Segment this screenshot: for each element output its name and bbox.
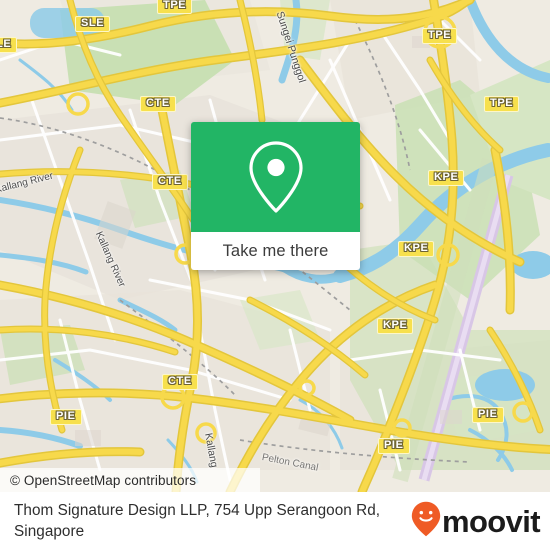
road-shield-pie-3: PIE [472,407,504,423]
road-shield-cte-3: CTE [162,374,198,390]
road-shield-cte-2: CTE [152,174,188,190]
map-screen: .mw { stroke:#f7d94b; stroke-linecap:rou… [0,0,550,550]
moovit-logo[interactable]: moovit [411,501,541,542]
moovit-pin-smiley-icon [411,501,441,542]
road-shield-sle-edge: LE [0,37,18,53]
road-shield-cte-1: CTE [140,96,176,112]
map-pin-icon [245,139,307,215]
road-shield-pie-1: PIE [50,409,82,425]
popup-header [191,122,360,232]
road-shield-kpe-1: KPE [428,170,465,186]
place-name-label: Thom Signature Design LLP, 754 Upp Seran… [14,502,381,540]
osm-attribution[interactable]: © OpenStreetMap contributors [0,468,260,492]
road-shield-tpe-2: TPE [422,28,458,44]
location-popup-card[interactable]: Take me there [191,122,360,270]
take-me-there-button[interactable]: Take me there [191,232,360,270]
road-shield-pie-2: PIE [378,438,410,454]
road-shield-sle: SLE [75,16,111,32]
road-shield-tpe-3: TPE [484,96,520,112]
road-shield-kpe-2: KPE [398,241,435,257]
moovit-wordmark: moovit [441,503,541,539]
footer-bar: Thom Signature Design LLP, 754 Upp Seran… [0,492,550,550]
road-shield-tpe-1: TPE [157,0,193,14]
road-shield-kpe-3: KPE [377,318,414,334]
